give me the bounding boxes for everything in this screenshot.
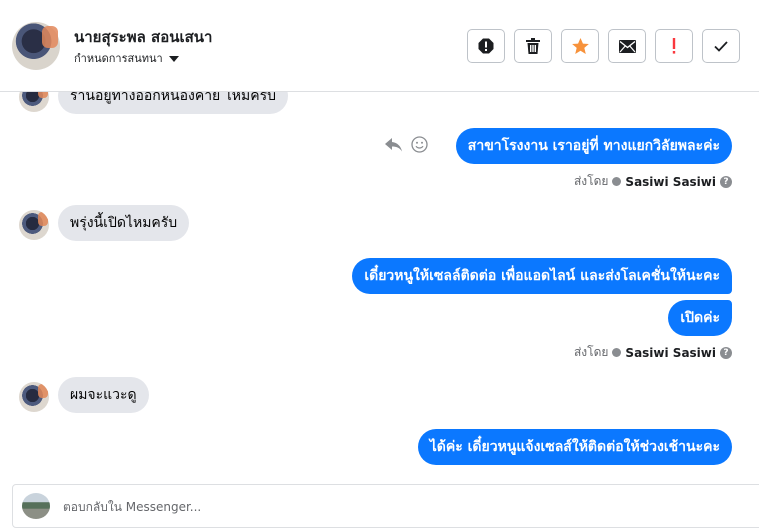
incoming-message[interactable]: ผมจะแวะดู bbox=[58, 377, 149, 413]
conversation-header: นายสุระพล สอนเสนา กำหนดการสนทนา bbox=[0, 0, 759, 92]
outgoing-message[interactable]: ได้ค่ะ เดี๋ยวหนูแจ้งเซลส์ให้ติดต่อให้ช่ว… bbox=[417, 429, 732, 465]
contact-avatar[interactable] bbox=[12, 22, 60, 70]
outgoing-message[interactable]: เดี๋ยวหนูให้เซลล์ติดต่อ เพื่อแอดไลน์ และ… bbox=[352, 258, 732, 294]
sent-by-label: ส่งโดย bbox=[573, 345, 609, 359]
star-button[interactable] bbox=[561, 29, 599, 63]
reply-input[interactable] bbox=[61, 495, 665, 519]
trash-icon bbox=[526, 38, 540, 54]
verified-icon bbox=[612, 348, 622, 357]
contact-name[interactable]: นายสุระพล สอนเสนา bbox=[74, 25, 212, 49]
help-icon[interactable]: ? bbox=[720, 346, 732, 359]
contact-avatar-small bbox=[19, 382, 49, 412]
contact-avatar-small bbox=[19, 210, 49, 240]
contact-avatar-small bbox=[19, 92, 49, 112]
message-actions bbox=[385, 136, 428, 153]
mark-important-button[interactable] bbox=[655, 29, 693, 63]
conversation-settings-dropdown[interactable]: กำหนดการสนทนา bbox=[74, 49, 179, 67]
spam-icon bbox=[478, 38, 494, 54]
incoming-message[interactable]: พรุ่งนี้เปิดไหมครับ bbox=[58, 205, 190, 241]
mark-done-button[interactable] bbox=[702, 29, 740, 63]
important-icon bbox=[672, 38, 676, 54]
check-icon bbox=[714, 40, 728, 52]
outgoing-message[interactable]: สาขาโรงงาน เราอยู่ที่ ทางแยกวิลัยพละค่ะ bbox=[455, 128, 732, 164]
sender-name[interactable]: Sasiwi Sasiwi bbox=[625, 175, 716, 189]
mark-unread-button[interactable] bbox=[608, 29, 646, 63]
sent-by-info: ส่งโดย Sasiwi Sasiwi ? bbox=[574, 343, 732, 362]
incoming-message[interactable]: ร้านอยู่ทางออกหนองคาย ไหมครับ bbox=[58, 92, 288, 114]
sent-by-label: ส่งโดย bbox=[573, 174, 609, 188]
conversation-settings-label: กำหนดการสนทนา bbox=[74, 52, 163, 65]
reply-composer bbox=[12, 484, 759, 528]
verified-icon bbox=[612, 177, 622, 186]
conversation-toolbar bbox=[467, 29, 740, 63]
reply-icon[interactable] bbox=[385, 137, 403, 152]
page-avatar bbox=[22, 493, 50, 519]
sender-name[interactable]: Sasiwi Sasiwi bbox=[625, 346, 716, 360]
emoji-reaction-icon[interactable] bbox=[411, 136, 428, 153]
message-thread[interactable]: ร้านอยู่ทางออกหนองคาย ไหมครับ สาขาโรงงาน… bbox=[0, 92, 759, 482]
star-icon bbox=[571, 38, 589, 54]
delete-button[interactable] bbox=[514, 29, 552, 63]
outgoing-message[interactable]: เปิดค่ะ bbox=[668, 300, 732, 336]
mark-spam-button[interactable] bbox=[467, 29, 505, 63]
caret-down-icon bbox=[168, 55, 179, 62]
sent-by-info: ส่งโดย Sasiwi Sasiwi ? bbox=[574, 172, 732, 191]
mail-icon bbox=[618, 39, 636, 53]
help-icon[interactable]: ? bbox=[720, 175, 732, 188]
